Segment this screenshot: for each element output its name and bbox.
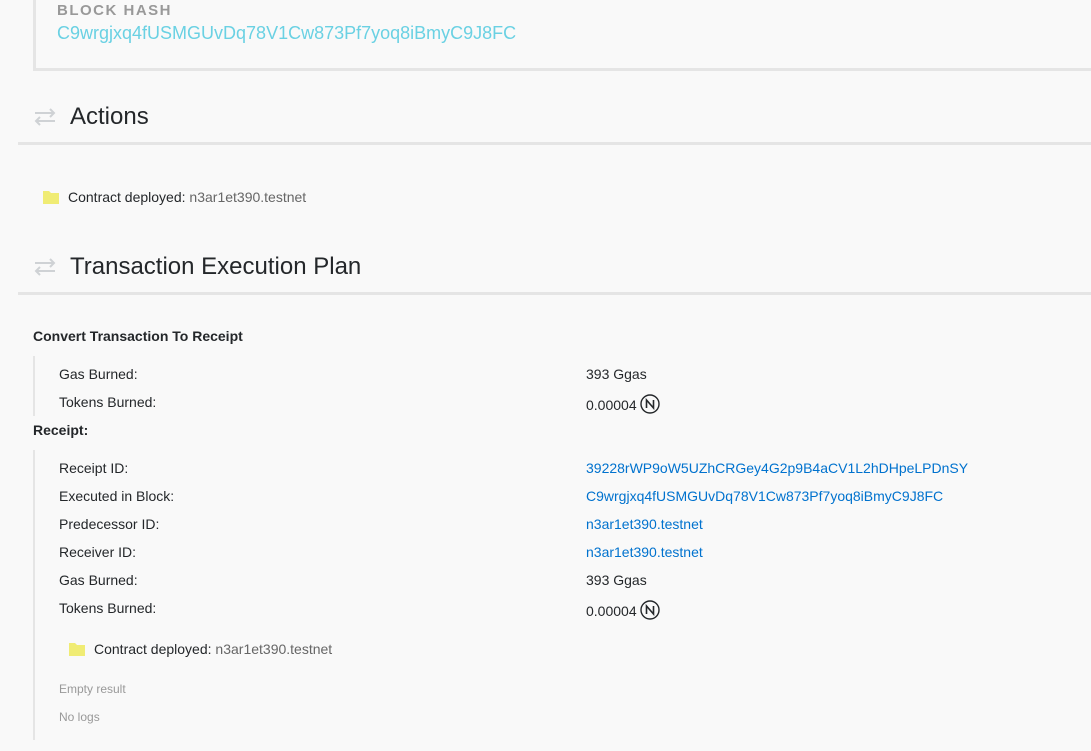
row-key: Receipt ID: xyxy=(59,460,129,476)
folder-icon xyxy=(68,641,86,660)
row-key: Executed in Block: xyxy=(59,488,175,504)
executed-block-link[interactable]: C9wrgjxq4fUSMGUvDq78V1Cw873Pf7yoq8iBmyC9… xyxy=(586,488,943,504)
plan-section-header: Transaction Execution Plan xyxy=(18,242,1091,295)
receipt-title: Receipt: xyxy=(33,422,89,438)
action-item-deploy: Contract deployed: n3ar1et390.testnet xyxy=(42,189,306,208)
near-logo-icon xyxy=(639,394,660,417)
near-logo-icon xyxy=(639,600,660,623)
action-label: Contract deployed: xyxy=(94,641,212,658)
convert-row-gas: Gas Burned: 393 Ggas xyxy=(59,366,1079,394)
row-value: 0.00004 xyxy=(586,397,637,413)
transfer-arrows-icon xyxy=(32,254,58,280)
logs-text: No logs xyxy=(59,710,100,724)
plan-title: Transaction Execution Plan xyxy=(70,253,362,280)
receipt-action-deploy: Contract deployed: n3ar1et390.testnet xyxy=(68,641,332,660)
row-key: Gas Burned: xyxy=(59,572,138,588)
receipt-details: Receipt ID: 39228rWP9oW5UZhCRGey4G2p9B4a… xyxy=(33,450,1085,740)
block-hash-link[interactable]: C9wrgjxq4fUSMGUvDq78V1Cw873Pf7yoq8iBmyC9… xyxy=(57,23,516,44)
receipt-row-tokens: Tokens Burned: 0.00004 xyxy=(59,600,1079,628)
block-hash-label: BLOCK HASH xyxy=(57,2,172,19)
action-account: n3ar1et390.testnet xyxy=(189,189,307,206)
receipt-row-receiver: Receiver ID: n3ar1et390.testnet xyxy=(59,544,1079,572)
receipt-row-block: Executed in Block: C9wrgjxq4fUSMGUvDq78V… xyxy=(59,488,1079,516)
transfer-arrows-icon xyxy=(32,104,58,130)
convert-row-tokens: Tokens Burned: 0.00004 xyxy=(59,394,1079,422)
convert-details: Gas Burned: 393 Ggas Tokens Burned: 0.00… xyxy=(33,356,1085,416)
folder-icon xyxy=(42,189,60,208)
predecessor-link[interactable]: n3ar1et390.testnet xyxy=(586,516,703,532)
row-value-wrap: 0.00004 xyxy=(586,600,660,623)
row-key: Predecessor ID: xyxy=(59,516,160,532)
row-value: 393 Ggas xyxy=(586,366,647,382)
actions-title: Actions xyxy=(70,103,149,130)
row-value: 0.00004 xyxy=(586,603,637,619)
row-key: Gas Burned: xyxy=(59,366,138,382)
row-key: Tokens Burned: xyxy=(59,394,157,410)
receipt-row-predecessor: Predecessor ID: n3ar1et390.testnet xyxy=(59,516,1079,544)
row-value-wrap: 0.00004 xyxy=(586,394,660,417)
receipt-id-link[interactable]: 39228rWP9oW5UZhCRGey4G2p9B4aCV1L2hDHpeLP… xyxy=(586,460,968,476)
receipt-row-gas: Gas Burned: 393 Ggas xyxy=(59,572,1079,600)
result-text: Empty result xyxy=(59,682,126,696)
receiver-link[interactable]: n3ar1et390.testnet xyxy=(586,544,703,560)
row-key: Receiver ID: xyxy=(59,544,137,560)
row-key: Tokens Burned: xyxy=(59,600,157,616)
receipt-row-id: Receipt ID: 39228rWP9oW5UZhCRGey4G2p9B4a… xyxy=(59,460,1079,488)
action-account: n3ar1et390.testnet xyxy=(215,641,333,658)
actions-section-header: Actions xyxy=(18,92,1091,145)
convert-title: Convert Transaction To Receipt xyxy=(33,328,243,344)
row-value: 393 Ggas xyxy=(586,572,647,588)
action-label: Contract deployed: xyxy=(68,189,186,206)
